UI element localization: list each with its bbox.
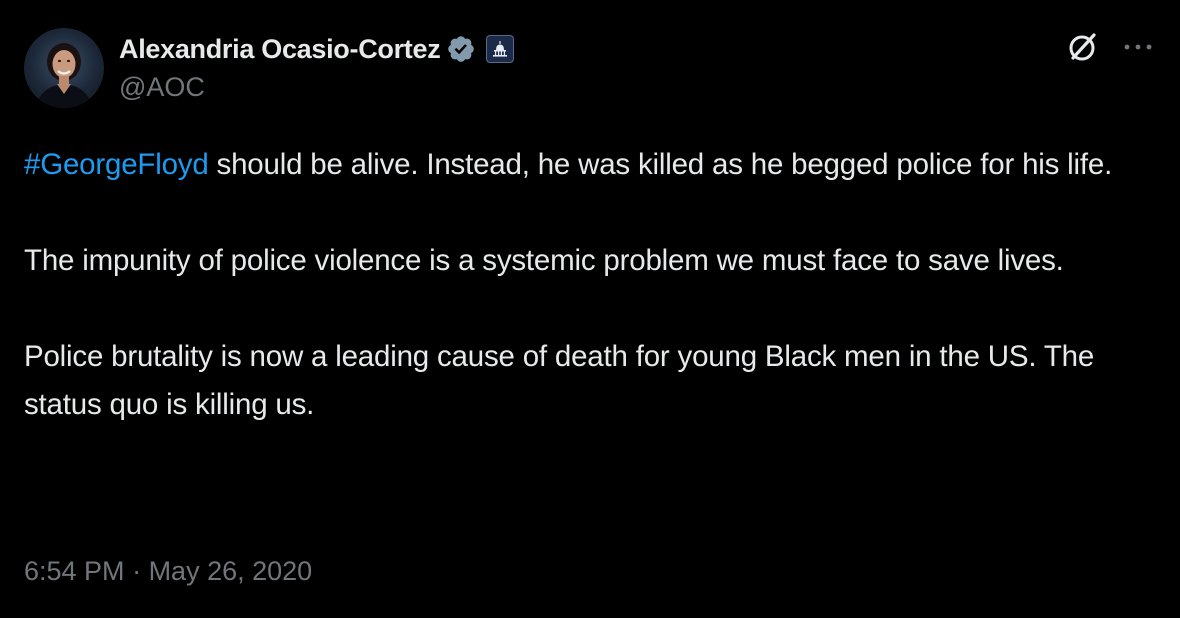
hashtag-link[interactable]: #GeorgeFloyd: [24, 148, 209, 181]
author-handle[interactable]: @AOC: [119, 72, 205, 103]
capitol-affiliation-icon[interactable]: [486, 35, 515, 63]
author-name-row: Alexandria Ocasio-Cortez: [119, 29, 515, 69]
grok-icon[interactable]: [1066, 30, 1100, 64]
tweet-body: #GeorgeFloyd should be alive. Instead, h…: [24, 141, 1164, 429]
tweet-paragraph-1: #GeorgeFloyd should be alive. Instead, h…: [24, 141, 1164, 189]
tweet-timestamp: 6:54 PM · May 26, 2020: [24, 556, 312, 587]
avatar[interactable]: [24, 28, 104, 108]
tweet-paragraph-3: Police brutality is now a leading cause …: [24, 340, 1095, 421]
author-display-name[interactable]: Alexandria Ocasio-Cortez: [119, 34, 441, 65]
tweet-paragraph-2: The impunity of police violence is a sys…: [24, 244, 1064, 277]
tweet-paragraph-1-text: should be alive. Instead, he was killed …: [208, 148, 1113, 181]
timestamp-date[interactable]: May 26, 2020: [149, 556, 313, 586]
timestamp-time[interactable]: 6:54 PM: [24, 556, 125, 586]
verified-badge-icon[interactable]: [446, 34, 476, 64]
avatar-portrait: [36, 43, 92, 108]
tweet-card: Alexandria Ocasio-Cortez @AOC #GeorgeFlo…: [0, 0, 1180, 618]
more-options-icon[interactable]: [1120, 36, 1156, 58]
timestamp-separator: ·: [124, 556, 149, 586]
